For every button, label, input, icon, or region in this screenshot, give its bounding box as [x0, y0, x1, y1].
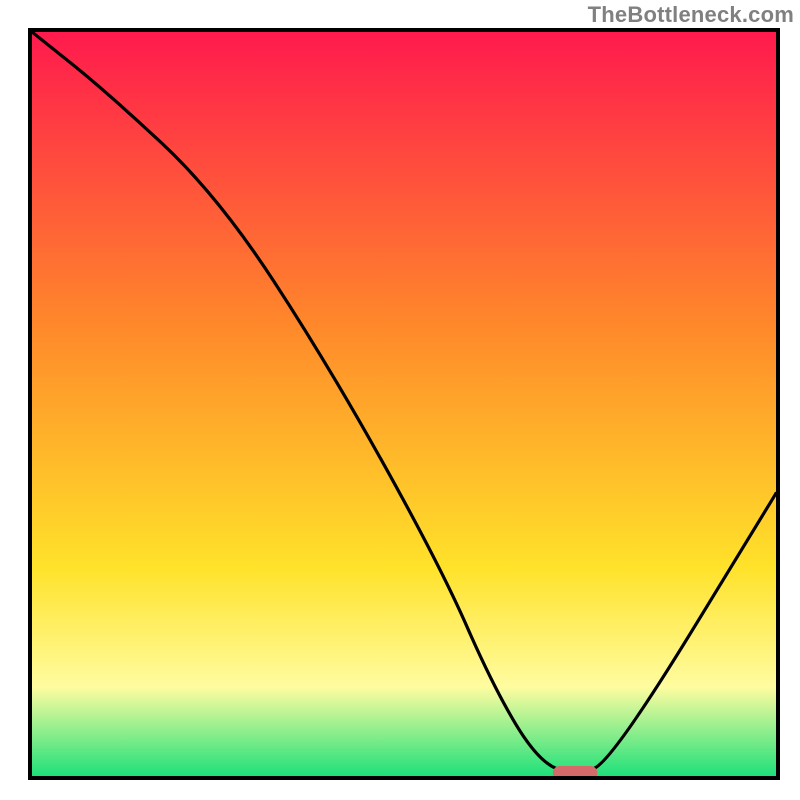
plot-svg [32, 32, 776, 776]
plot-frame [28, 28, 780, 780]
gradient-background [32, 32, 776, 776]
chart-container: TheBottleneck.com [0, 0, 800, 800]
optimal-marker [553, 766, 598, 776]
watermark-text: TheBottleneck.com [588, 2, 794, 28]
